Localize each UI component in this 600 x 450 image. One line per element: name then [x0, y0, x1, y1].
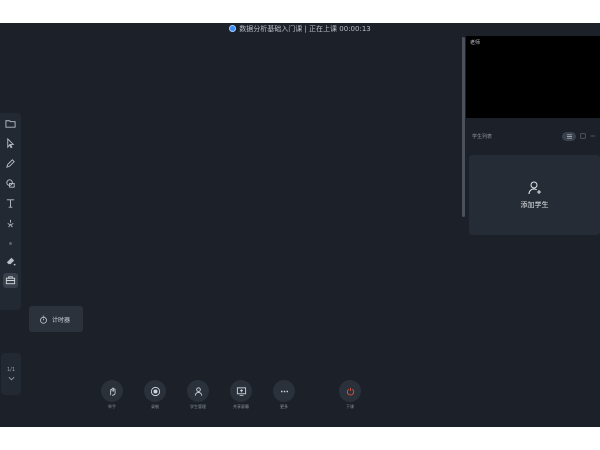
- share-screen-button[interactable]: 共享屏幕: [228, 380, 254, 427]
- pen-tool[interactable]: [3, 156, 18, 171]
- folder-tool[interactable]: [3, 116, 18, 131]
- student-management-label: 学生管理: [190, 404, 206, 409]
- more-label: 更多: [280, 404, 288, 409]
- more-icon: [280, 390, 288, 392]
- shape-tool[interactable]: [3, 176, 18, 191]
- timer-icon: [40, 315, 47, 324]
- more-button[interactable]: 更多: [271, 380, 297, 427]
- add-user-icon: [528, 181, 541, 195]
- shape-icon: [6, 179, 15, 188]
- list-icon: [566, 134, 572, 138]
- text-tool[interactable]: [3, 196, 18, 211]
- whiteboard-toolbar: [0, 113, 21, 310]
- student-list-header: 学生列表: [466, 126, 600, 146]
- users-icon: [194, 386, 202, 396]
- eraser-tool[interactable]: [3, 253, 18, 268]
- page-indicator: 1/1: [6, 367, 16, 373]
- grid-icon[interactable]: [580, 133, 586, 139]
- record-button[interactable]: 录制: [142, 380, 168, 427]
- toolbox-icon: [5, 276, 16, 285]
- right-panel: 老师 学生列表 添加学生: [466, 34, 600, 427]
- student-list-title: 学生列表: [472, 133, 493, 140]
- control-bar-spacer: [314, 380, 320, 427]
- share-screen-label: 共享屏幕: [233, 404, 249, 409]
- video-label: 老师: [470, 40, 481, 46]
- more-circle: [273, 380, 295, 402]
- collapse-icon[interactable]: [590, 133, 596, 139]
- share-screen-circle: [230, 380, 252, 402]
- folder-icon: [5, 120, 16, 128]
- add-student-button[interactable]: 添加学生: [469, 155, 600, 235]
- record-circle: [144, 380, 166, 402]
- canvas-scrollbar[interactable]: [462, 37, 465, 217]
- raise-hand-circle: [101, 380, 123, 402]
- select-tool[interactable]: [3, 136, 18, 151]
- teacher-video: 老师: [466, 36, 600, 118]
- add-student-label: 添加学生: [520, 201, 549, 209]
- toolbar-divider: [9, 242, 12, 245]
- timer-popup[interactable]: 计时器: [29, 306, 83, 332]
- record-label: 录制: [151, 404, 159, 409]
- hand-icon: [109, 387, 115, 396]
- control-bar: 举手 录制 学生管理 共享屏幕 更多 下课: [0, 380, 462, 427]
- class-title: 数据分析基础入门课 | 正在上课 00:00:13: [239, 24, 371, 33]
- whiteboard-canvas[interactable]: [0, 34, 462, 427]
- timer-label: 计时器: [52, 316, 71, 324]
- live-indicator-icon: [229, 25, 237, 32]
- raise-hand-button[interactable]: 举手: [99, 380, 125, 427]
- end-class-button[interactable]: 下课: [337, 380, 363, 427]
- laser-tool[interactable]: [3, 216, 18, 231]
- student-management-circle: [187, 380, 209, 402]
- end-class-circle: [339, 380, 361, 402]
- pen-icon: [6, 159, 15, 168]
- laser-icon: [7, 219, 14, 228]
- end-class-label: 下课: [346, 404, 354, 409]
- student-management-button[interactable]: 学生管理: [185, 380, 211, 427]
- record-icon: [150, 386, 160, 396]
- screen-share-icon: [236, 386, 246, 396]
- eraser-icon: [6, 257, 16, 266]
- list-view-button[interactable]: [562, 131, 576, 141]
- cursor-icon: [7, 138, 15, 149]
- power-icon: [346, 387, 354, 395]
- raise-hand-label: 举手: [108, 404, 116, 409]
- text-icon: [6, 199, 15, 208]
- panel-controls: [562, 131, 596, 141]
- toolbox-tool[interactable]: [3, 273, 18, 288]
- top-bar: 数据分析基础入门课 | 正在上课 00:00:13: [0, 23, 600, 34]
